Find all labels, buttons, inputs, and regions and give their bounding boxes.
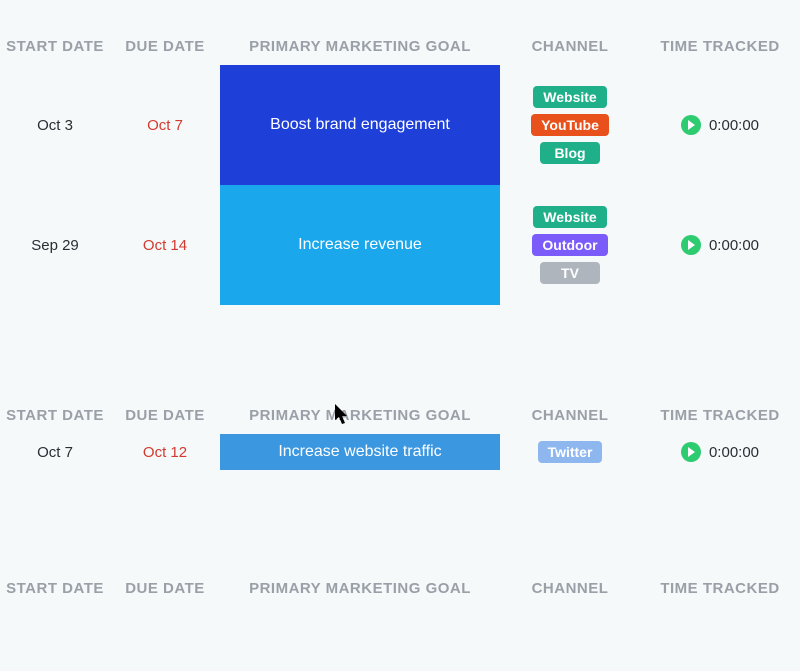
play-icon[interactable]: [681, 115, 701, 135]
col-channel: CHANNEL: [500, 570, 640, 607]
col-due-date: DUE DATE: [110, 28, 220, 65]
col-start-date: START DATE: [0, 28, 110, 65]
time-value: 0:00:00: [709, 237, 759, 254]
start-date-cell[interactable]: Sep 29: [0, 185, 110, 305]
col-goal: PRIMARY MARKETING GOAL: [220, 570, 500, 607]
goal-block: Increase website traffic: [220, 434, 500, 470]
due-date-cell[interactable]: Oct 12: [110, 434, 220, 470]
col-time: TIME TRACKED: [640, 28, 800, 65]
col-time: TIME TRACKED: [640, 397, 800, 434]
start-date-cell[interactable]: Oct 7: [0, 434, 110, 470]
channel-cell[interactable]: Website Outdoor TV: [500, 185, 640, 305]
time-cell[interactable]: 0:00:00: [640, 185, 800, 305]
due-date-cell[interactable]: Oct 7: [110, 65, 220, 185]
task-group: START DATE DUE DATE PRIMARY MARKETING GO…: [0, 470, 800, 607]
channel-tag[interactable]: Twitter: [538, 441, 603, 463]
col-time: TIME TRACKED: [640, 570, 800, 607]
task-row[interactable]: Sep 29 Oct 14 Increase revenue Website O…: [0, 185, 800, 305]
column-headers: START DATE DUE DATE PRIMARY MARKETING GO…: [0, 570, 800, 607]
col-goal: PRIMARY MARKETING GOAL: [220, 397, 500, 434]
col-start-date: START DATE: [0, 570, 110, 607]
col-channel: CHANNEL: [500, 397, 640, 434]
col-due-date: DUE DATE: [110, 397, 220, 434]
column-headers: START DATE DUE DATE PRIMARY MARKETING GO…: [0, 397, 800, 434]
col-start-date: START DATE: [0, 397, 110, 434]
channel-cell[interactable]: Website YouTube Blog: [500, 65, 640, 185]
time-cell[interactable]: 0:00:00: [640, 65, 800, 185]
channel-tag[interactable]: Blog: [540, 142, 600, 164]
task-group: START DATE DUE DATE PRIMARY MARKETING GO…: [0, 0, 800, 305]
due-date-cell[interactable]: Oct 14: [110, 185, 220, 305]
task-group: START DATE DUE DATE PRIMARY MARKETING GO…: [0, 305, 800, 470]
task-row[interactable]: Oct 3 Oct 7 Boost brand engagement Websi…: [0, 65, 800, 185]
channel-tag[interactable]: Outdoor: [532, 234, 607, 256]
play-icon[interactable]: [681, 442, 701, 462]
goal-block: Increase revenue: [220, 185, 500, 305]
task-row[interactable]: Oct 7 Oct 12 Increase website traffic Tw…: [0, 434, 800, 470]
col-channel: CHANNEL: [500, 28, 640, 65]
channel-tag[interactable]: Website: [533, 206, 606, 228]
col-due-date: DUE DATE: [110, 570, 220, 607]
channel-cell[interactable]: Twitter: [500, 434, 640, 470]
play-icon[interactable]: [681, 235, 701, 255]
time-value: 0:00:00: [709, 444, 759, 461]
start-date-cell[interactable]: Oct 3: [0, 65, 110, 185]
channel-tag[interactable]: Website: [533, 86, 606, 108]
column-headers: START DATE DUE DATE PRIMARY MARKETING GO…: [0, 28, 800, 65]
col-goal: PRIMARY MARKETING GOAL: [220, 28, 500, 65]
goal-block: Boost brand engagement: [220, 65, 500, 185]
goal-cell[interactable]: Boost brand engagement: [220, 65, 500, 185]
channel-tag[interactable]: TV: [540, 262, 600, 284]
channel-tag[interactable]: YouTube: [531, 114, 609, 136]
time-cell[interactable]: 0:00:00: [640, 434, 800, 470]
time-value: 0:00:00: [709, 117, 759, 134]
goal-cell[interactable]: Increase revenue: [220, 185, 500, 305]
goal-cell[interactable]: Increase website traffic: [220, 434, 500, 470]
